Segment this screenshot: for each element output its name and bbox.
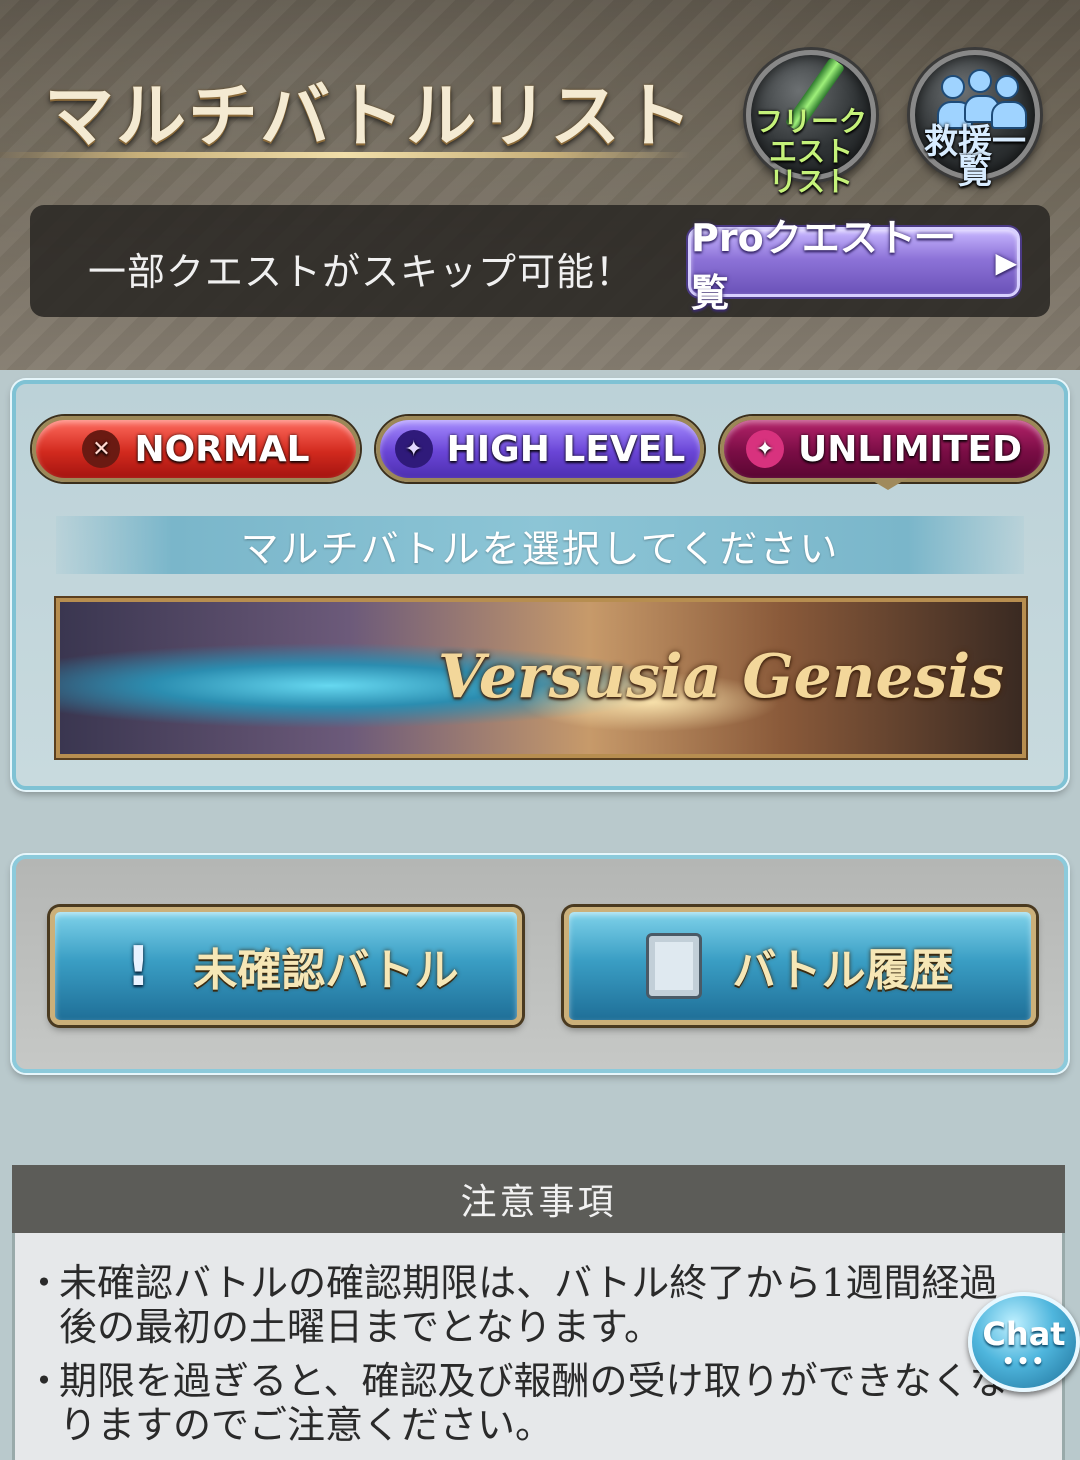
title-divider — [0, 152, 690, 158]
free-quest-list-label: フリークエスト リスト — [754, 105, 867, 198]
rescue-list-button[interactable]: 救援一覧 — [910, 50, 1040, 189]
tab-unlimited[interactable]: ✦ UNLIMITED — [720, 416, 1048, 482]
dragon-icon: ✦ — [394, 430, 433, 468]
selected-tab-indicator — [868, 478, 908, 492]
unconfirmed-battles-label: 未確認バトル — [193, 945, 459, 996]
pro-quest-list-label: Proクエスト一覧 — [691, 216, 954, 315]
chat-button[interactable]: Chat ••• — [968, 1292, 1080, 1392]
people-icon — [937, 69, 1027, 129]
pro-quest-list-button[interactable]: Proクエスト一覧 ▶ — [688, 216, 1020, 315]
chat-dots-icon: ••• — [1001, 1349, 1047, 1373]
free-quest-list-button[interactable]: フリークエスト リスト — [746, 50, 876, 197]
note-item: 未確認バトルの確認期限は、バトル終了から1週間経過後の最初の土曜日までとなります… — [25, 1261, 1032, 1349]
event-banner[interactable]: Versusia Genesis — [56, 598, 1026, 758]
battle-select-panel: ✕ NORMAL ✦ HIGH LEVEL ✦ UNLIMITED マルチバトル… — [12, 380, 1068, 790]
skip-bar: 一部クエストがスキップ可能！ Proクエスト一覧 ▶ — [30, 205, 1050, 317]
unconfirmed-battles-button[interactable]: ! 未確認バトル — [50, 907, 522, 1025]
dragon-icon: ✦ — [746, 430, 785, 468]
play-arrow-icon: ▶ — [995, 245, 1017, 279]
notes-body: 未確認バトルの確認期限は、バトル終了から1週間経過後の最初の土曜日までとなります… — [12, 1233, 1065, 1460]
skip-message: 一部クエストがスキップ可能！ — [88, 250, 635, 294]
scroll-icon — [646, 933, 703, 999]
event-banner-title: Versusia Genesis — [437, 642, 1004, 712]
notes-header: 注意事項 — [12, 1165, 1065, 1233]
crossed-swords-icon: ✕ — [82, 430, 121, 468]
exclamation-icon: ! — [126, 934, 151, 998]
battle-history-button[interactable]: バトル履歴 — [564, 907, 1036, 1025]
chat-label: Chat — [982, 1315, 1066, 1353]
tab-normal-label: NORMAL — [134, 428, 310, 470]
battle-history-label: バトル履歴 — [732, 945, 954, 996]
tab-high-level[interactable]: ✦ HIGH LEVEL — [376, 416, 704, 482]
rescue-list-label: 救援一覧 — [924, 122, 1026, 192]
battle-actions-panel: ! 未確認バトル バトル履歴 — [12, 855, 1068, 1073]
note-item: 期限を過ぎると、確認及び報酬の受け取りができなくなりますのでご注意ください。 — [25, 1359, 1032, 1447]
tab-high-level-label: HIGH LEVEL — [446, 428, 686, 470]
tab-unlimited-label: UNLIMITED — [798, 428, 1022, 470]
select-prompt: マルチバトルを選択してください — [56, 516, 1024, 574]
page-title: マルチバトルリスト — [44, 75, 695, 157]
tab-normal[interactable]: ✕ NORMAL — [32, 416, 360, 482]
header: マルチバトルリスト フリークエスト リスト 救援一覧 一部クエストがスキップ可能… — [0, 0, 1080, 370]
